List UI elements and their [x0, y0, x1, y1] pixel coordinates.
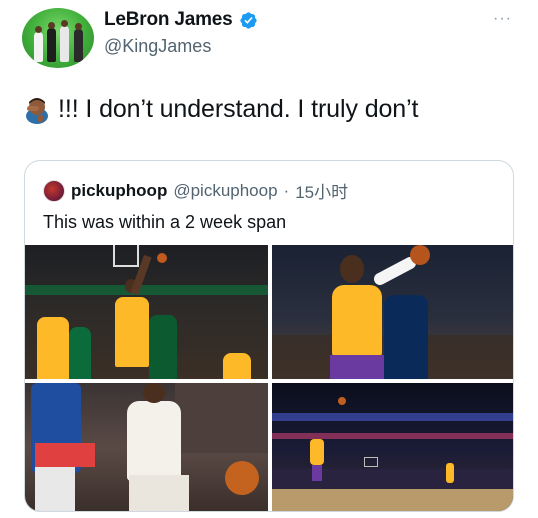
verified-badge-icon [239, 11, 257, 29]
quoted-tweet-card[interactable]: pickuphoop @pickuphoop · 15小时 This was w… [24, 160, 514, 512]
author-avatar[interactable] [22, 8, 94, 68]
more-options-icon[interactable]: ··· [493, 10, 512, 28]
man-facepalming-emoji-icon [26, 97, 48, 124]
quoted-handle[interactable]: @pickuphoop [173, 181, 277, 201]
photo-lebron-dunk-celtics[interactable] [25, 245, 268, 379]
quoted-author-row: pickuphoop @pickuphoop · 15小时 [43, 178, 348, 203]
quoted-author-avatar[interactable] [43, 179, 65, 202]
author-display-name[interactable]: LeBron James [104, 9, 233, 31]
quoted-separator: · [283, 180, 290, 200]
author-handle[interactable]: @KingJames [104, 36, 211, 57]
photo-westbrook-76ers[interactable] [25, 383, 268, 511]
tweet-text-row: !!! I don’t understand. I truly don’t [24, 95, 419, 124]
photo-grid [25, 245, 513, 511]
author-name-row: LeBron James [104, 9, 258, 31]
quoted-display-name[interactable]: pickuphoop [71, 181, 167, 201]
tweet-body: !!! I don’t understand. I truly don’t [58, 95, 419, 123]
photo-lebron-mavericks[interactable] [272, 245, 513, 379]
quoted-tweet-text: This was within a 2 week span [43, 212, 287, 232]
photo-lebron-arena[interactable] [272, 383, 513, 511]
quoted-timestamp[interactable]: 15小时 [295, 178, 348, 203]
